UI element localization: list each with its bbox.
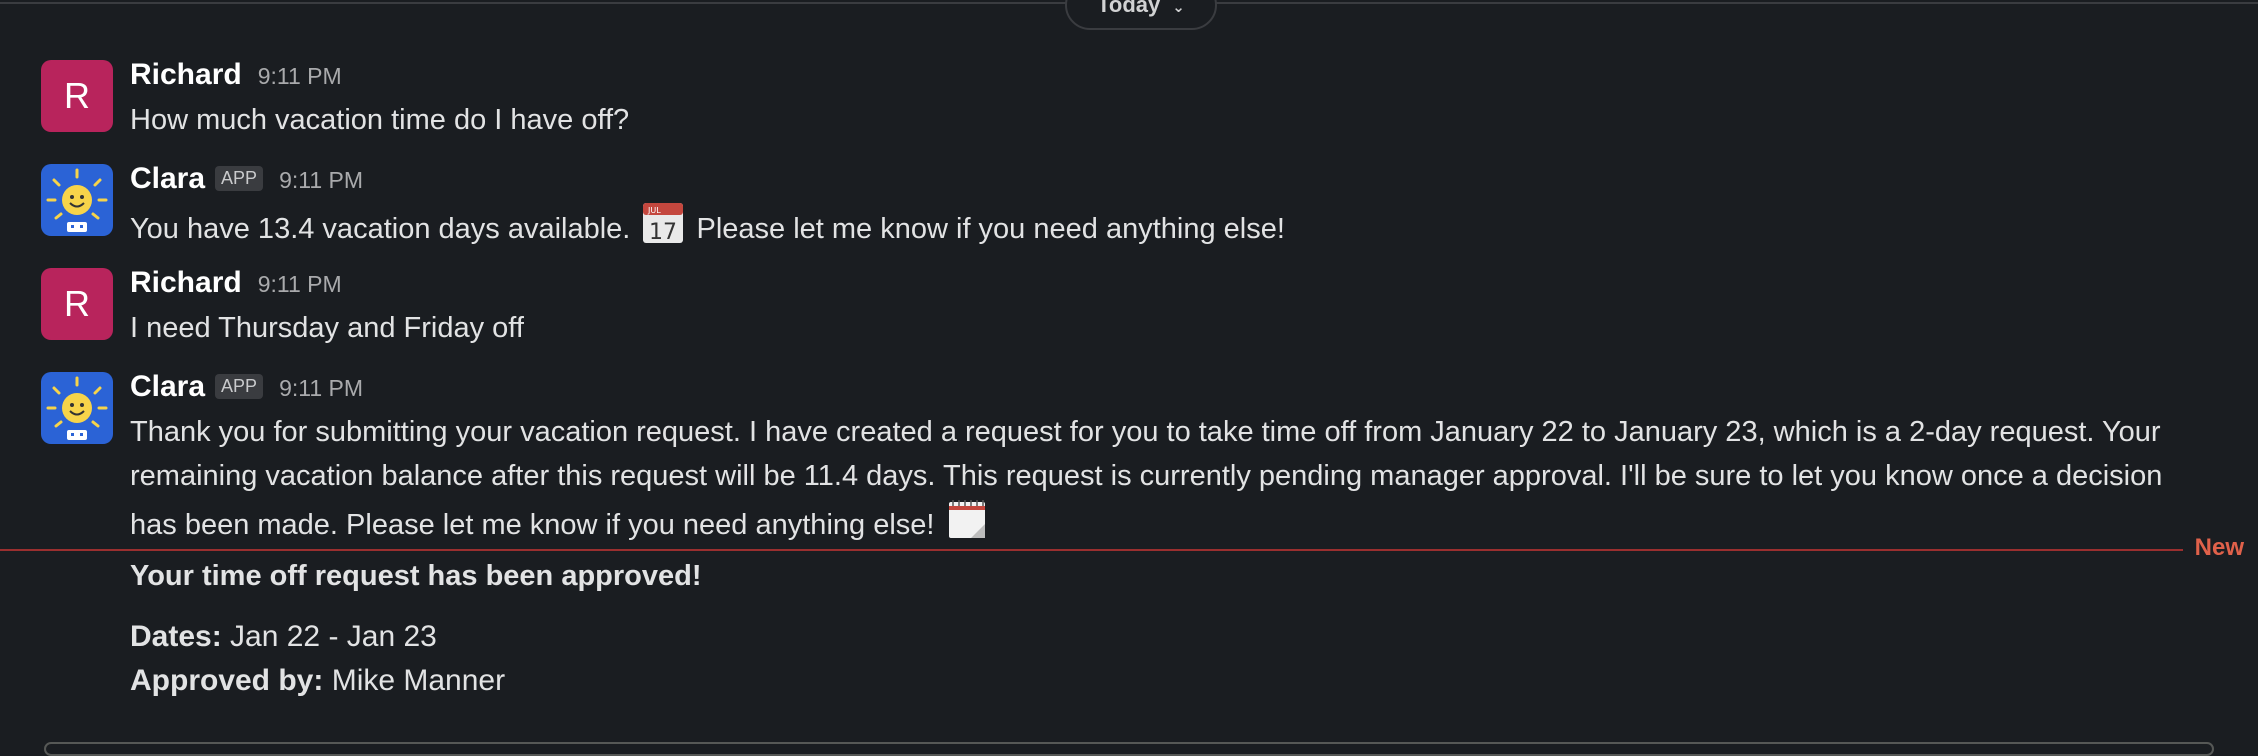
chevron-down-icon: ⌄ xyxy=(1172,0,1185,16)
message-text: Thank you for submitting your vacation r… xyxy=(130,410,2218,547)
timestamp[interactable]: 9:11 PM xyxy=(279,375,363,402)
avatar-initial: R xyxy=(64,75,90,116)
author-name[interactable]: Clara xyxy=(130,370,205,404)
message-line: Thank you for submitting your vacation r… xyxy=(130,416,2161,448)
app-badge: APP xyxy=(215,166,264,191)
message-text-after: Please let me know if you need anything … xyxy=(696,213,1285,245)
approved-by-value: Mike Manner xyxy=(331,664,506,697)
avatar-initial: R xyxy=(64,283,90,324)
sun-bot-icon xyxy=(46,376,108,440)
sun-bot-icon xyxy=(46,168,108,232)
message-line: has been made. Please let me know if you… xyxy=(130,498,2218,547)
app-badge: APP xyxy=(215,374,264,399)
new-messages-label: New xyxy=(2194,534,2244,561)
day-divider-button[interactable]: Today ⌄ xyxy=(1065,0,1217,30)
message-composer[interactable] xyxy=(44,742,2214,756)
message-text: You have 13.4 vacation days available. J… xyxy=(130,202,2218,251)
new-messages-divider xyxy=(0,549,2183,551)
dates-label: Dates: xyxy=(130,620,222,653)
day-divider-label: Today xyxy=(1097,0,1161,17)
notification-title: Your time off request has been approved! xyxy=(130,560,702,592)
message-text: I need Thursday and Friday off xyxy=(130,312,524,344)
timestamp[interactable]: 9:11 PM xyxy=(258,63,342,90)
avatar[interactable]: R xyxy=(41,268,113,340)
svg-text:JUL: JUL xyxy=(647,206,661,215)
timestamp[interactable]: 9:11 PM xyxy=(279,167,363,194)
avatar[interactable]: R xyxy=(41,60,113,132)
author-name[interactable]: Richard xyxy=(130,58,242,92)
dates-row: Dates: Jan 22 - Jan 23 xyxy=(130,620,437,654)
message-text: How much vacation time do I have off? xyxy=(130,104,630,136)
avatar[interactable] xyxy=(41,164,113,236)
avatar[interactable] xyxy=(41,372,113,444)
approved-by-row: Approved by: Mike Manner xyxy=(130,664,505,698)
message-line-text: has been made. Please let me know if you… xyxy=(130,509,935,541)
calendar-icon: JUL 17 xyxy=(643,203,684,244)
author-name[interactable]: Clara xyxy=(130,162,205,196)
spiral-calendar-icon xyxy=(948,500,985,538)
dates-value: Jan 22 - Jan 23 xyxy=(230,620,437,653)
timestamp[interactable]: 9:11 PM xyxy=(258,271,342,298)
message-text-before: You have 13.4 vacation days available. xyxy=(130,213,631,245)
author-name[interactable]: Richard xyxy=(130,266,242,300)
svg-text:17: 17 xyxy=(649,220,677,244)
approved-by-label: Approved by: xyxy=(130,664,324,697)
message-line: remaining vacation balance after this re… xyxy=(130,460,2163,492)
